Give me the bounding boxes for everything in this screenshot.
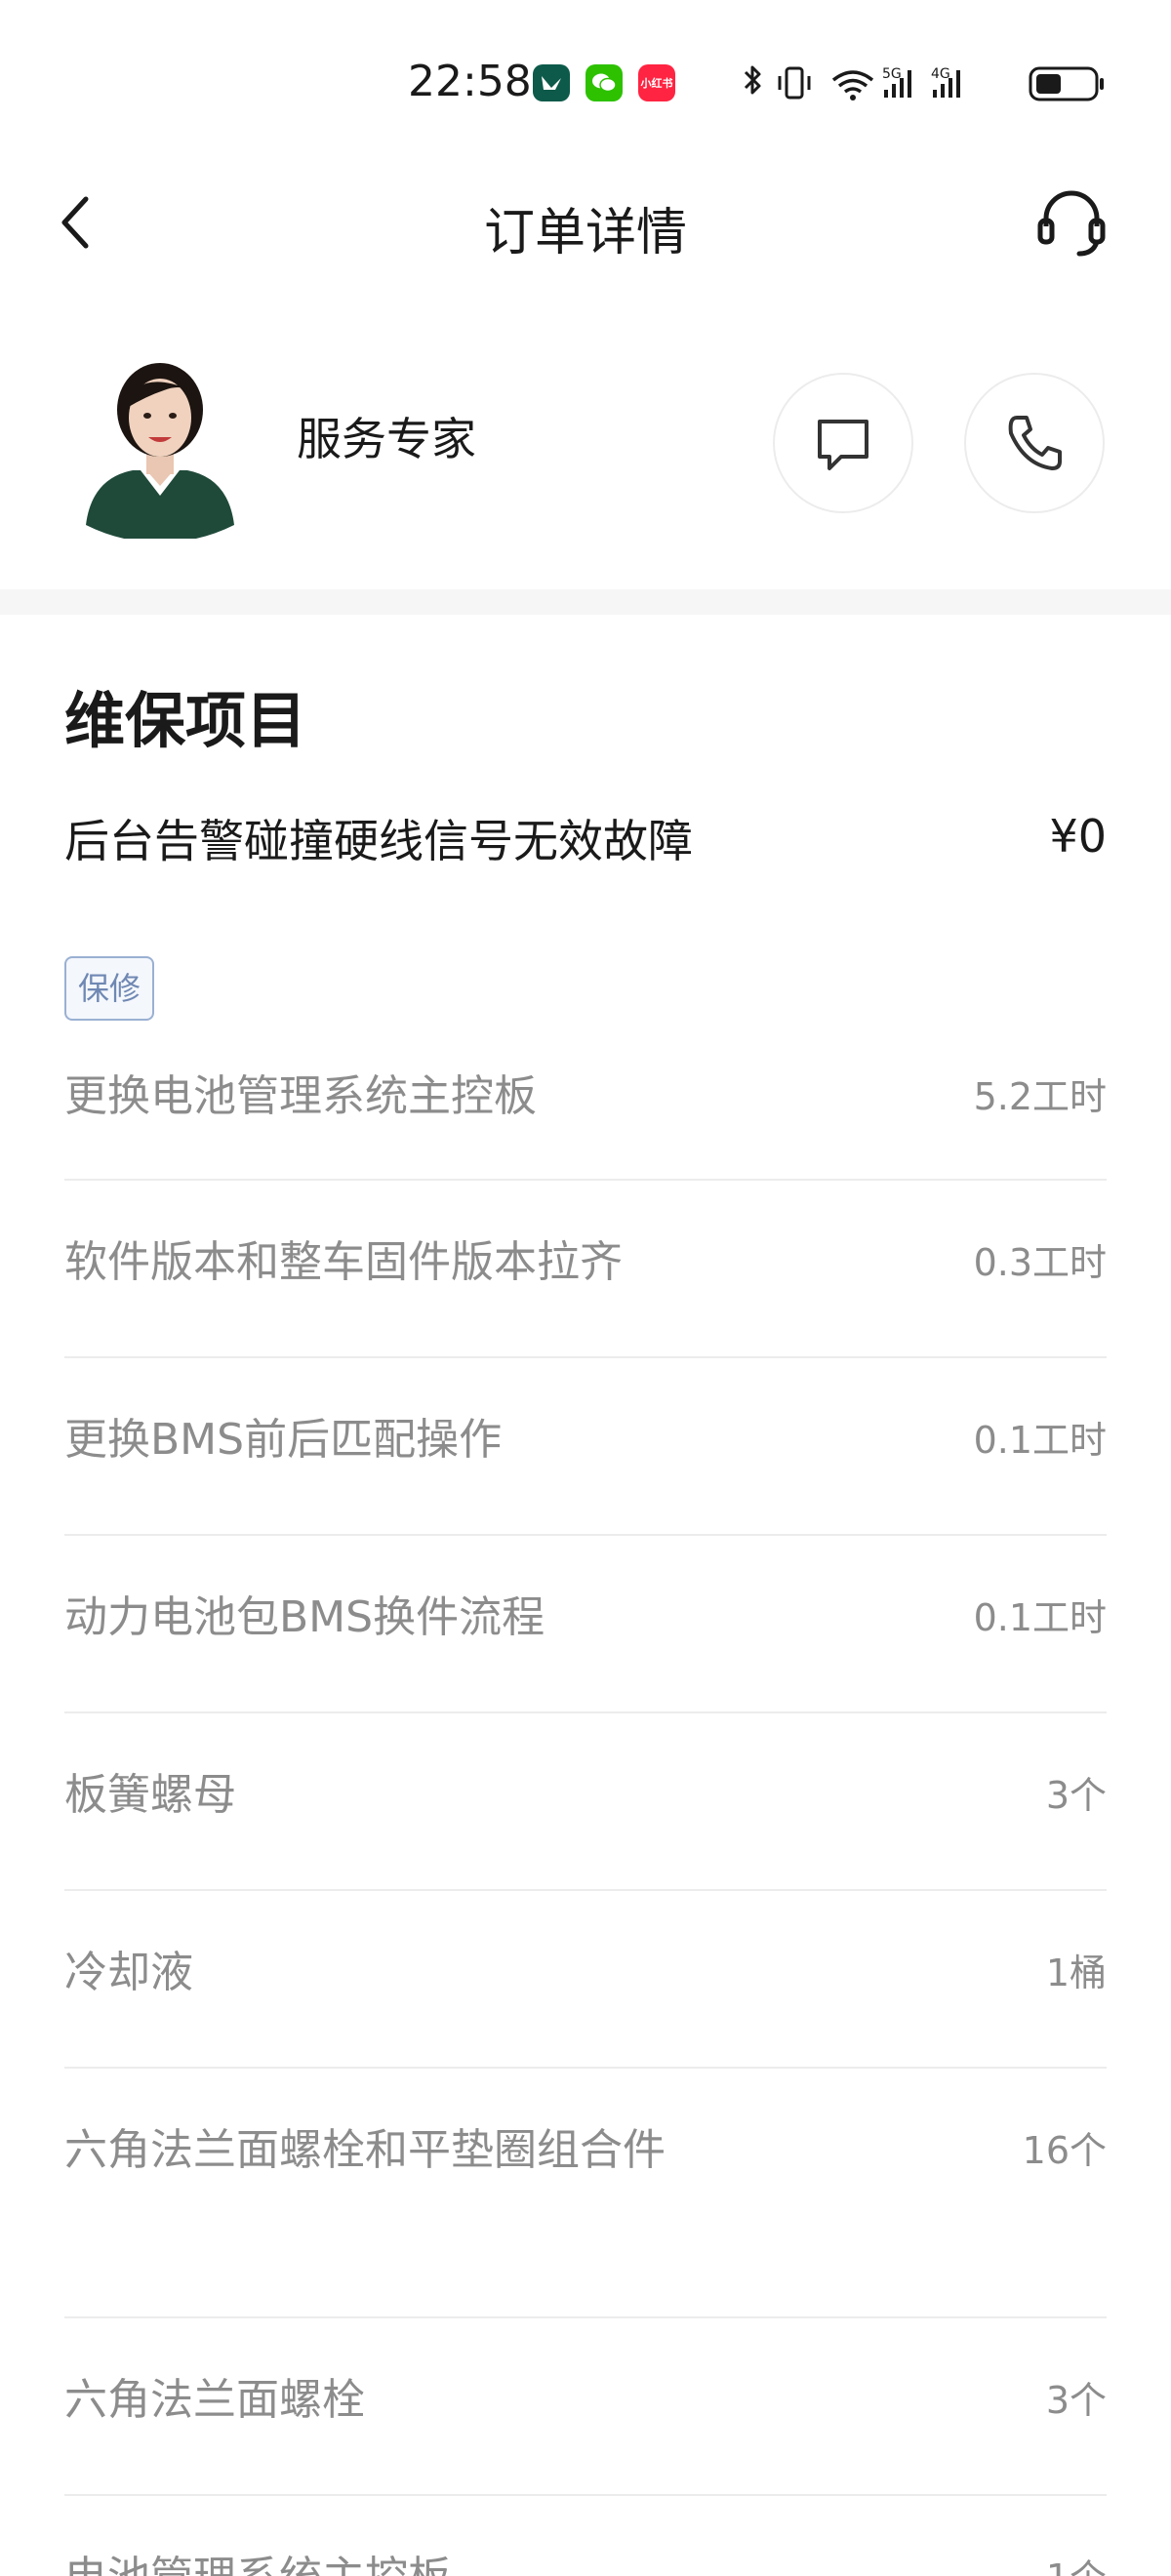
item-name: 电池管理系统主控板 — [64, 2543, 708, 2576]
item-quantity: 5.2工时 — [973, 1075, 1107, 1118]
avatar — [86, 363, 234, 539]
list-item: 更换BMS前后匹配操作 0.1工时 — [64, 1358, 1107, 1536]
order-detail-page: 22:58 小红书 5G 4G 订单详情 服务专家 维保项目 后台告警碰撞硬线信… — [0, 0, 1171, 2576]
item-name: 板簧螺母 — [64, 1770, 236, 1820]
headset-icon — [1037, 190, 1106, 257]
section-divider — [0, 589, 1171, 615]
list-item: 电池管理系统主控板 1个 — [64, 2496, 1107, 2576]
item-name: 冷却液 — [64, 1948, 193, 1997]
service-expert-card: 服务专家 — [0, 361, 1171, 576]
item-quantity: 1桶 — [1045, 1952, 1107, 1994]
maintenance-items-list: 更换电池管理系统主控板 5.2工时 软件版本和整车固件版本拉齐 0.3工时 更换… — [64, 1025, 1107, 2576]
network-5g-label: 5G — [882, 66, 902, 82]
page-title: 订单详情 — [483, 204, 687, 262]
message-icon — [818, 420, 868, 470]
xiaohongshu-app-icon: 小红书 — [638, 64, 675, 101]
list-item: 板簧螺母 3个 — [64, 1713, 1107, 1891]
item-quantity: 0.3工时 — [973, 1241, 1107, 1284]
nav-bar: 订单详情 — [0, 172, 1171, 269]
item-quantity: 0.1工时 — [973, 1596, 1107, 1639]
status-time: 22:58 — [408, 57, 532, 106]
list-item: 软件版本和整车固件版本拉齐 0.3工时 — [64, 1181, 1107, 1358]
item-quantity: 16个 — [1022, 2129, 1107, 2172]
fault-price: ¥0 — [1049, 810, 1107, 863]
status-bar: 22:58 小红书 5G 4G — [0, 0, 1171, 172]
item-quantity: 1个 — [1046, 2543, 1107, 2576]
section-title: 维保项目 — [64, 685, 307, 756]
status-icons: 5G 4G — [744, 65, 1104, 101]
item-quantity: 0.1工时 — [973, 1419, 1107, 1462]
item-name: 更换电池管理系统主控板 — [64, 1071, 537, 1121]
phone-icon — [1008, 416, 1062, 470]
item-quantity: 3个 — [1045, 2379, 1107, 2422]
customer-service-button[interactable] — [1032, 181, 1110, 260]
list-item: 六角法兰面螺栓和平垫圈组合件 16个 — [64, 2069, 1107, 2318]
list-item: 更换电池管理系统主控板 5.2工时 — [64, 1025, 1107, 1181]
item-name: 六角法兰面螺栓 — [64, 2375, 365, 2425]
list-item: 动力电池包BMS换件流程 0.1工时 — [64, 1536, 1107, 1713]
warranty-tag: 保修 — [64, 956, 155, 1021]
item-name: 动力电池包BMS换件流程 — [64, 1592, 545, 1642]
item-name: 软件版本和整车固件版本拉齐 — [64, 1237, 623, 1287]
expert-name: 服务专家 — [297, 413, 476, 465]
fault-name: 后台告警碰撞硬线信号无效故障 — [64, 815, 693, 867]
wechat-app-icon — [586, 64, 623, 101]
item-quantity: 3个 — [1045, 1774, 1107, 1817]
message-button[interactable] — [773, 373, 913, 513]
lark-app-icon — [533, 64, 570, 101]
network-4g-label: 4G — [931, 66, 950, 82]
item-name: 六角法兰面螺栓和平垫圈组合件 — [64, 2125, 666, 2175]
list-item: 六角法兰面螺栓 3个 — [64, 2318, 1107, 2496]
item-name: 更换BMS前后匹配操作 — [64, 1415, 503, 1465]
phone-button[interactable] — [964, 373, 1105, 513]
list-item: 冷却液 1桶 — [64, 1891, 1107, 2069]
